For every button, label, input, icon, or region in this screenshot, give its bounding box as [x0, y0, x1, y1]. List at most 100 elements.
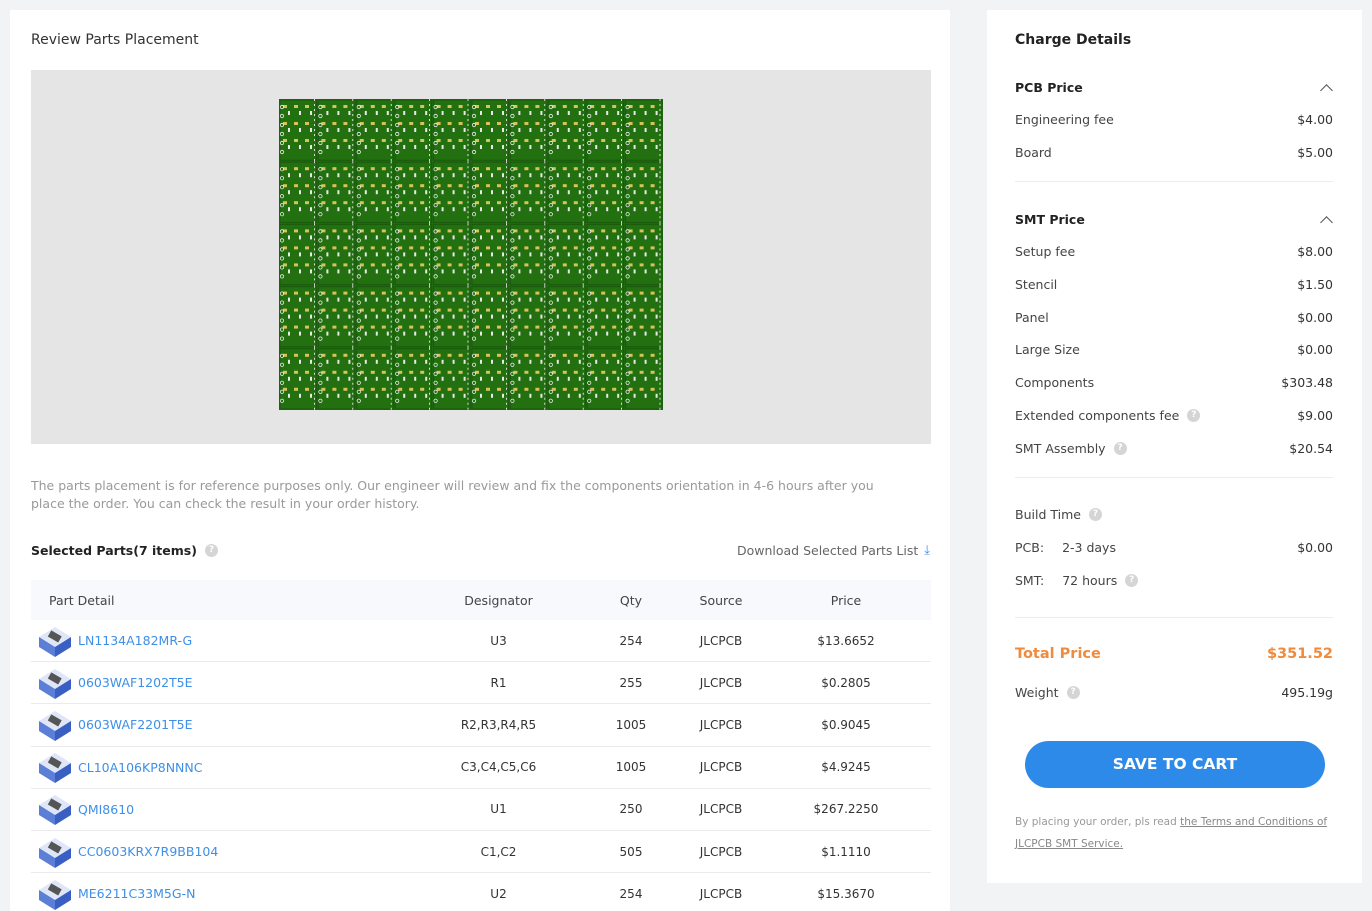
- col-designator: Designator: [464, 592, 533, 608]
- chevron-up-icon[interactable]: [1319, 81, 1333, 95]
- engineering-fee-row: Engineering fee $4.00: [1015, 112, 1333, 127]
- price-cell: $1.1110: [821, 844, 871, 859]
- board-label: Board: [1015, 145, 1052, 160]
- terms-prefix: By placing your order, pls read: [1015, 816, 1181, 828]
- part-name-link[interactable]: LN1134A182MR-G: [78, 633, 192, 648]
- pcb-build-label: PCB:: [1015, 540, 1045, 555]
- extended-fee-label-wrap: Extended components fee ?: [1015, 408, 1201, 423]
- weight-row: Weight ? 495.19g: [1015, 685, 1333, 700]
- part-thumbnail-icon: [39, 626, 71, 657]
- smt-build-label: SMT:: [1015, 573, 1045, 588]
- table-row: QMI8610 U1 250 JLCPCB $267.2250: [31, 789, 931, 831]
- part-name-link[interactable]: 0603WAF2201T5E: [78, 717, 193, 732]
- extended-fee-value: $9.00: [1297, 408, 1333, 423]
- part-thumbnail-icon: [39, 837, 71, 868]
- setup-fee-row: Setup fee $8.00: [1015, 244, 1333, 259]
- panel-title: Review Parts Placement: [31, 32, 199, 48]
- selected-parts-title: Selected Parts(7 items) ?: [31, 543, 218, 558]
- col-source: Source: [699, 592, 743, 608]
- extended-fee-row: Extended components fee ? $9.00: [1015, 408, 1333, 423]
- part-name-link[interactable]: ME6211C33M5G-N: [78, 886, 195, 901]
- part-detail-cell: LN1134A182MR-G: [31, 623, 411, 659]
- pcb-build-time-value: $0.00: [1297, 540, 1333, 555]
- smt-assembly-label-wrap: SMT Assembly ?: [1015, 441, 1127, 456]
- selected-parts-label: Selected Parts(7 items): [31, 543, 197, 558]
- source-cell: JLCPCB: [699, 844, 743, 859]
- col-qty: Qty: [619, 592, 643, 608]
- help-icon[interactable]: ?: [1113, 442, 1127, 455]
- part-detail-cell: 0603WAF2201T5E: [31, 707, 411, 743]
- qty-cell: 254: [619, 886, 643, 901]
- part-thumbnail-icon: [39, 668, 71, 699]
- build-time-label: Build Time: [1015, 507, 1081, 522]
- table-row: 0603WAF1202T5E R1 255 JLCPCB $0.2805: [31, 662, 931, 705]
- pcb-build-time-wrap: PCB: 2-3 days: [1015, 540, 1116, 555]
- engineering-fee-value: $4.00: [1297, 112, 1333, 127]
- divider: [1015, 477, 1333, 478]
- placement-notice: The parts placement is for reference pur…: [31, 478, 874, 511]
- designator-cell: C1,C2: [480, 844, 517, 859]
- table-row: 0603WAF2201T5E R2,R3,R4,R5 1005 JLCPCB $0.90…: [31, 704, 931, 747]
- pcb-preview-image: [279, 99, 663, 410]
- download-label: Download Selected Parts List: [736, 543, 919, 558]
- smt-assembly-row: SMT Assembly ? $20.54: [1015, 441, 1333, 456]
- price-cell: $15.3670: [817, 886, 875, 901]
- table-row: CC0603KRX7R9BB104 C1,C2 505 JLCPCB $1.1110: [31, 831, 931, 874]
- col-part-detail: Part Detail: [49, 592, 115, 608]
- table-row: CL10A106KP8NNNC C3,C4,C5,C6 1005 JLCPCB $4.9…: [31, 747, 931, 789]
- large-size-row: Large Size $0.00: [1015, 342, 1333, 357]
- qty-cell: 255: [619, 675, 643, 690]
- qty-cell: 505: [619, 844, 643, 859]
- divider: [1015, 181, 1333, 182]
- panel-row: Panel $0.00: [1015, 310, 1333, 325]
- help-icon[interactable]: ?: [1066, 686, 1080, 699]
- divider: [1015, 617, 1333, 618]
- part-name-link[interactable]: CL10A106KP8NNNC: [78, 760, 202, 775]
- pcb-price-label: PCB Price: [1015, 80, 1083, 95]
- pcb-build-days: 2-3 days: [1062, 540, 1116, 555]
- board-value: $5.00: [1297, 145, 1333, 160]
- price-cell: $4.9245: [821, 760, 871, 775]
- part-detail-cell: CL10A106KP8NNNC: [31, 749, 411, 785]
- charge-details-panel: Charge Details PCB Price Engineering fee…: [987, 10, 1362, 883]
- source-cell: JLCPCB: [699, 760, 743, 775]
- download-parts-list-link[interactable]: Download Selected Parts List ⤓: [737, 543, 930, 558]
- designator-cell: U1: [490, 802, 507, 817]
- build-time-label-wrap: Build Time ?: [1015, 507, 1102, 522]
- parts-placement-panel: Review Parts Placement The parts placeme…: [10, 10, 950, 911]
- part-name-link[interactable]: 0603WAF1202T5E: [78, 675, 193, 690]
- extended-fee-label: Extended components fee: [1015, 408, 1180, 423]
- part-name-link[interactable]: CC0603KRX7R9BB104: [78, 844, 218, 859]
- help-icon[interactable]: ?: [1088, 508, 1102, 521]
- pcb-build-time-row: PCB: 2-3 days $0.00: [1015, 540, 1333, 555]
- qty-cell: 250: [619, 802, 643, 817]
- part-name-link[interactable]: QMI8610: [78, 802, 134, 817]
- help-icon[interactable]: ?: [204, 544, 218, 557]
- smt-assembly-label: SMT Assembly: [1015, 441, 1106, 456]
- pcb-price-section-header[interactable]: PCB Price: [1015, 80, 1333, 95]
- source-cell: JLCPCB: [699, 633, 743, 648]
- placement-viewer[interactable]: [31, 70, 931, 444]
- smt-build-time-row: SMT: 72 hours ?: [1015, 573, 1333, 588]
- weight-value: 495.19g: [1281, 685, 1333, 700]
- part-detail-cell: QMI8610: [31, 791, 411, 827]
- chevron-up-icon[interactable]: [1319, 213, 1333, 227]
- part-detail-cell: ME6211C33M5G-N: [31, 876, 411, 911]
- save-to-cart-button[interactable]: SAVE TO CART: [1025, 741, 1325, 788]
- stencil-row: Stencil $1.50: [1015, 277, 1333, 292]
- smt-build-hours: 72 hours: [1062, 573, 1118, 588]
- price-cell: $267.2250: [813, 802, 879, 817]
- source-cell: JLCPCB: [699, 802, 743, 817]
- smt-build-time-wrap: SMT: 72 hours ?: [1015, 573, 1139, 588]
- part-thumbnail-icon: [39, 879, 71, 910]
- stencil-label: Stencil: [1015, 277, 1058, 292]
- smt-price-section-header[interactable]: SMT Price: [1015, 212, 1333, 227]
- download-icon: ⤓: [924, 543, 930, 558]
- designator-cell: C3,C4,C5,C6: [460, 760, 537, 775]
- part-thumbnail-icon: [39, 795, 71, 826]
- help-icon[interactable]: ?: [1125, 574, 1139, 587]
- help-icon[interactable]: ?: [1187, 409, 1201, 422]
- charge-details-title: Charge Details: [1015, 32, 1132, 48]
- price-cell: $0.2805: [821, 675, 871, 690]
- part-detail-cell: 0603WAF1202T5E: [31, 665, 411, 701]
